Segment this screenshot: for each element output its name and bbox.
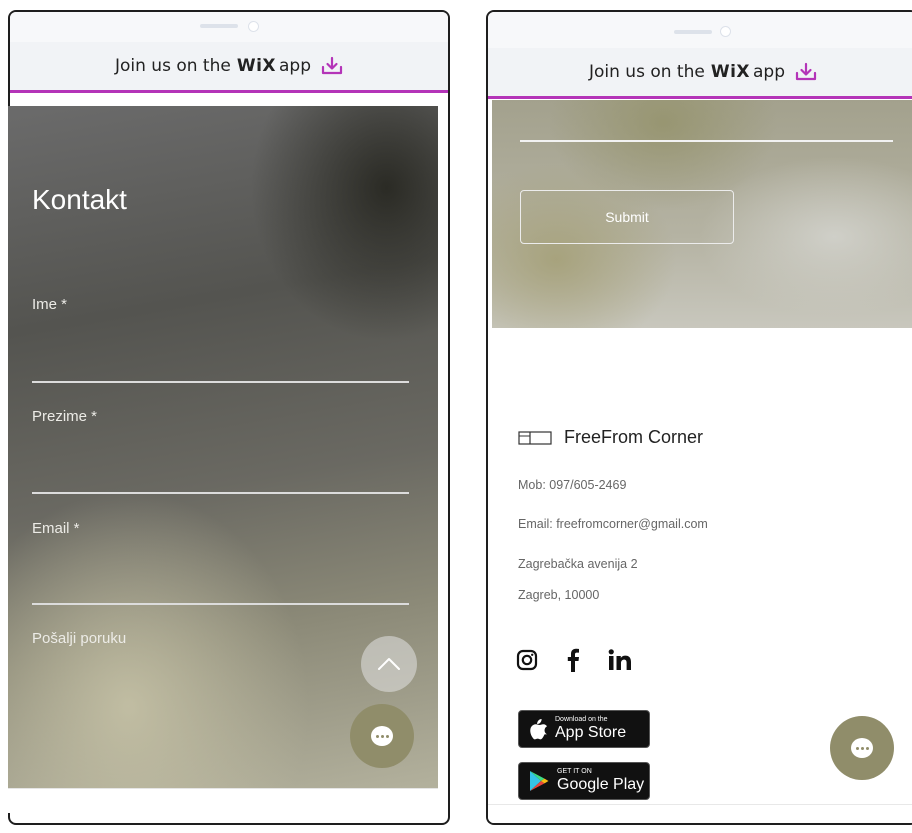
banner-suffix: app <box>279 56 312 76</box>
facebook-icon[interactable] <box>566 648 580 672</box>
google-play-big: Google Play <box>557 776 645 793</box>
message-input-line[interactable] <box>520 140 893 142</box>
status-notch <box>10 12 448 42</box>
chevron-up-icon <box>378 658 400 670</box>
wix-app-banner[interactable]: Join us on the WiX app <box>10 42 448 93</box>
input-prezime[interactable] <box>32 492 409 494</box>
notch-camera <box>248 21 259 32</box>
phone-number: Mob: 097/605-2469 <box>518 478 627 492</box>
phone-screen-right: Join us on the WiX app Submit FreeFrom C… <box>486 10 912 825</box>
input-email[interactable] <box>32 603 409 605</box>
chat-button-right[interactable] <box>830 716 894 780</box>
field-label-email: Email * <box>32 520 80 537</box>
email-address[interactable]: Email: freefromcorner@gmail.com <box>518 517 708 531</box>
wix-logo: WiX <box>236 56 277 76</box>
notch-camera <box>720 26 731 37</box>
bottom-bar-right <box>488 804 912 823</box>
brand-name: FreeFrom Corner <box>564 427 704 447</box>
form-submit-section: Submit <box>492 100 912 328</box>
page-title: Kontakt <box>32 184 127 215</box>
field-label-message: Pošalji poruku <box>32 630 127 647</box>
bottom-bar <box>8 788 438 813</box>
banner-suffix: app <box>753 62 786 82</box>
address-line-2: Zagreb, 10000 <box>518 588 600 602</box>
submit-button[interactable]: Submit <box>520 190 734 244</box>
linkedin-icon[interactable] <box>608 649 632 671</box>
field-label-ime: Ime * <box>32 296 68 313</box>
field-label-prezime: Prezime * <box>32 408 98 425</box>
download-icon[interactable] <box>795 62 817 82</box>
download-icon[interactable] <box>321 56 343 76</box>
scroll-up-button[interactable] <box>361 636 417 692</box>
notch-bar <box>200 24 238 28</box>
logo-icon <box>518 430 552 445</box>
footer-brand: FreeFrom Corner <box>518 427 703 448</box>
input-ime[interactable] <box>32 381 409 383</box>
wix-logo: WiX <box>710 62 751 82</box>
google-play-badge[interactable]: GET IT ON Google Play <box>518 762 650 800</box>
address-line-1: Zagrebačka avenija 2 <box>518 557 638 571</box>
chat-icon <box>371 726 393 746</box>
apple-icon <box>530 719 547 740</box>
status-notch-right <box>488 12 912 48</box>
wix-app-banner-right[interactable]: Join us on the WiX app <box>488 48 912 99</box>
banner-prefix: Join us on the <box>114 56 231 76</box>
chat-icon <box>851 738 873 758</box>
chat-button[interactable] <box>350 704 414 768</box>
google-play-icon <box>530 771 549 791</box>
google-play-small: GET IT ON <box>557 768 592 775</box>
app-store-big: App Store <box>555 724 627 741</box>
social-links <box>516 648 632 672</box>
app-store-badge[interactable]: Download on the App Store <box>518 710 650 748</box>
notch-bar <box>674 30 712 34</box>
banner-prefix: Join us on the <box>588 62 705 82</box>
app-store-small: Download on the <box>555 716 608 723</box>
contact-section: Kontakt Ime * Prezime * Email * Pošalji … <box>8 106 438 788</box>
instagram-icon[interactable] <box>516 649 538 671</box>
